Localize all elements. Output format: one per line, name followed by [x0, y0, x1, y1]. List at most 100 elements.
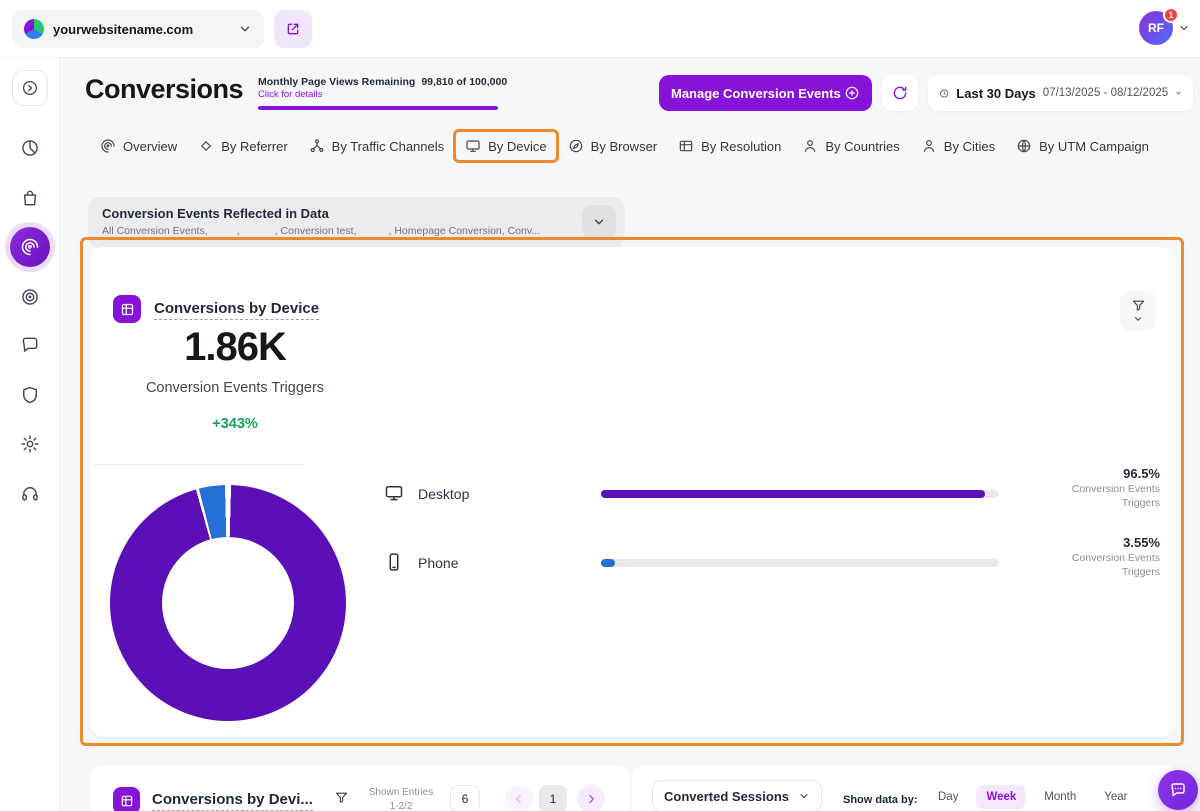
- tab-by-device[interactable]: By Device: [465, 138, 547, 154]
- site-selector[interactable]: yourwebsitename.com: [12, 10, 264, 48]
- avatar-initials: RF: [1148, 21, 1164, 35]
- quota-details-link[interactable]: Click for details: [258, 89, 518, 100]
- chevron-down-icon: [1178, 22, 1190, 34]
- panel-expand-icon: [21, 79, 39, 97]
- kpi-total: 1.86K: [100, 325, 370, 370]
- shown-entries-label: Shown Entries: [366, 786, 436, 800]
- chevron-down-icon: [238, 22, 252, 36]
- tab-by-browser[interactable]: By Browser: [568, 138, 657, 154]
- sidebar-item-settings[interactable]: [10, 424, 50, 464]
- period-year-button[interactable]: Year: [1094, 785, 1137, 809]
- tab-by-utm-campaign[interactable]: By UTM Campaign: [1016, 138, 1149, 154]
- spiral-icon: [100, 138, 116, 154]
- banner-title: Conversion Events Reflected in Data: [102, 206, 611, 221]
- clock-icon: [939, 86, 949, 101]
- converted-sessions-card: Converted Sessions Show data by: Day Wee…: [632, 765, 1178, 811]
- period-week-button[interactable]: Week: [976, 785, 1026, 809]
- tab-by-cities[interactable]: By Cities: [921, 138, 995, 154]
- tab-by-resolution[interactable]: By Resolution: [678, 138, 781, 154]
- person-icon: [921, 138, 937, 154]
- tab-label: By Referrer: [221, 139, 287, 154]
- bar-fill-phone: [601, 559, 615, 567]
- tab-label: By Cities: [944, 139, 995, 154]
- avatar[interactable]: RF 1: [1139, 11, 1173, 45]
- previous-page-button[interactable]: [505, 785, 533, 811]
- refresh-button[interactable]: [882, 75, 918, 111]
- sidebar-item-support[interactable]: [10, 474, 50, 514]
- quota-progress-track: [258, 106, 498, 110]
- chevron-down-icon: [798, 790, 810, 802]
- funnel-icon: [1131, 298, 1146, 313]
- topbar: yourwebsitename.com RF 1: [0, 0, 1200, 58]
- quota-label: Monthly Page Views Remaining: [258, 76, 415, 88]
- sidebar-item-communication[interactable]: [10, 325, 50, 365]
- sidebar-item-ecommerce[interactable]: [10, 178, 50, 218]
- sidebar-item-dashboard[interactable]: [10, 128, 50, 168]
- bar-track: [601, 559, 999, 567]
- conversions-by-device-table-card: Conversions by Devi... Shown Entries 1-2…: [90, 765, 630, 811]
- next-page-button[interactable]: [577, 785, 605, 811]
- manage-button-label: Manage Conversion Events: [671, 86, 841, 101]
- user-menu[interactable]: RF 1: [1139, 11, 1190, 45]
- dropdown-value: Converted Sessions: [664, 789, 789, 804]
- dashboard-icon: [20, 138, 40, 158]
- card-filter-button[interactable]: [1120, 291, 1156, 331]
- sidebar-item-privacy[interactable]: [10, 375, 50, 415]
- tab-by-countries[interactable]: By Countries: [802, 138, 899, 154]
- tab-by-traffic-channels[interactable]: By Traffic Channels: [309, 138, 444, 154]
- sidebar-item-conversions[interactable]: [10, 227, 50, 267]
- person-icon: [802, 138, 818, 154]
- tab-label: By Browser: [591, 139, 657, 154]
- manage-conversion-events-button[interactable]: Manage Conversion Events: [659, 75, 872, 111]
- converted-sessions-dropdown[interactable]: Converted Sessions: [652, 780, 822, 811]
- open-website-button[interactable]: [274, 10, 312, 48]
- bar-track: [601, 490, 999, 498]
- banner-expand-button[interactable]: [582, 205, 616, 239]
- legend-label: Desktop: [418, 486, 469, 502]
- conversions-by-device-card: Conversions by Device 1.86K Conversion E…: [90, 247, 1176, 737]
- refresh-icon: [892, 85, 908, 101]
- gear-icon: [20, 434, 40, 454]
- chevron-down-icon: [592, 215, 606, 229]
- period-selector: Day Week Month Year: [928, 785, 1138, 809]
- tab-label: Overview: [123, 139, 177, 154]
- app-screen: yourwebsitename.com RF 1: [0, 0, 1200, 811]
- site-name: yourwebsitename.com: [53, 22, 229, 37]
- tab-by-referrer[interactable]: By Referrer: [198, 138, 287, 154]
- shown-entries: Shown Entries 1-2/2: [366, 786, 436, 811]
- period-month-button[interactable]: Month: [1034, 785, 1086, 809]
- current-page-indicator: 1: [539, 785, 567, 811]
- legend-sublabel: Conversion Events Triggers: [1055, 552, 1160, 580]
- diamond-icon: [198, 138, 214, 154]
- legend-sublabel: Conversion Events Triggers: [1055, 483, 1160, 511]
- device-donut-chart[interactable]: [110, 485, 346, 721]
- live-chat-button[interactable]: [1158, 770, 1198, 810]
- legend-row-desktop: Desktop 96.5% Conversion Events Triggers: [382, 460, 1160, 528]
- page-size-select[interactable]: 6: [450, 785, 480, 811]
- chat-bubble-icon: [20, 335, 40, 355]
- legend-row-phone: Phone 3.55% Conversion Events Triggers: [382, 529, 1160, 597]
- table-filter-button[interactable]: [334, 790, 349, 805]
- arrow-right-icon: [584, 792, 598, 806]
- date-range-picker[interactable]: Last 30 Days 07/13/2025 - 08/12/2025: [928, 75, 1193, 111]
- chevron-down-icon: [1133, 314, 1143, 324]
- sidebar-item-behavior[interactable]: [10, 277, 50, 317]
- tab-label: By Countries: [825, 139, 899, 154]
- show-data-by-label: Show data by:: [843, 794, 918, 806]
- tab-overview[interactable]: Overview: [100, 138, 177, 154]
- traffic-nodes-icon: [309, 138, 325, 154]
- grid-icon: [113, 295, 141, 323]
- divider: [93, 464, 305, 465]
- shopping-bag-icon: [20, 188, 40, 208]
- funnel-icon: [334, 790, 349, 805]
- chat-icon: [1169, 781, 1187, 799]
- target-icon: [20, 287, 40, 307]
- kpi-label: Conversion Events Triggers: [100, 380, 370, 396]
- quota-progress-fill: [258, 106, 498, 110]
- panel-expand-button[interactable]: [12, 70, 48, 106]
- quota-value: 99,810 of 100,000: [421, 76, 507, 88]
- monitor-icon: [465, 138, 481, 154]
- tab-label: By Device: [488, 139, 547, 154]
- quota-widget: Monthly Page Views Remaining 99,810 of 1…: [258, 76, 518, 110]
- period-day-button[interactable]: Day: [928, 785, 968, 809]
